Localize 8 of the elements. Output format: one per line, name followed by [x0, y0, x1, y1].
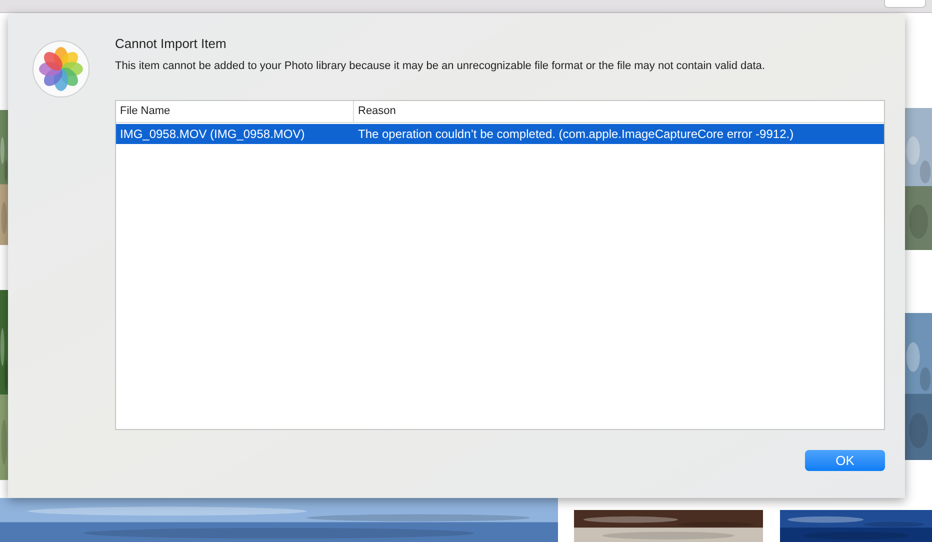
dialog-message: This item cannot be added to your Photo library because it may be an unrecognizable file format or the file may not contain valid data. [115, 59, 766, 73]
table-cell-text: IMG_0958.MOV (IMG_0958.MOV) [119, 126, 306, 143]
table-cell-text: The operation couldn’t be completed. (com.apple.ImageCaptureCore error -9912.) [357, 126, 795, 143]
column-header[interactable]: Reason [354, 101, 884, 122]
dialog-title: Cannot Import Item [115, 36, 228, 52]
flower-icon [32, 40, 90, 98]
table-row[interactable]: IMG_0958.MOV (IMG_0958.MOV) The operation couldn’t be completed. (com.apple.ImageCaptureCore error -9912.) [116, 124, 884, 144]
column-header[interactable]: File Name [116, 101, 354, 122]
